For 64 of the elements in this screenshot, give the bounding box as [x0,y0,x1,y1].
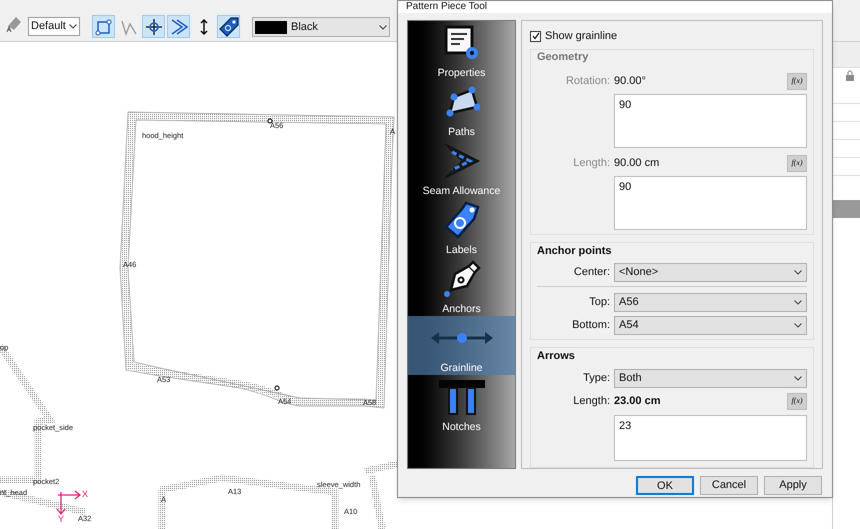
caret-icon [794,323,802,328]
y-axis-arrow [56,491,66,516]
caret-icon [379,24,387,30]
axis-label: X [82,490,88,499]
polygon-icon [444,85,480,120]
tag-icon [444,201,480,240]
group-title: Geometry [537,50,590,65]
sidebar-item[interactable]: Anchors [408,257,515,316]
line-type-select[interactable]: Default [28,17,80,36]
sidebar-item[interactable]: Grainline [408,316,515,375]
field-label: Top: [588,295,610,310]
field-value: 23.00 cm [614,394,662,409]
caret-icon [69,24,77,29]
checkbox[interactable] [530,30,541,42]
dialog-button[interactable]: Cancel [700,476,758,495]
dialog-button[interactable]: OK [636,476,694,495]
sidebar-item[interactable]: Properties [408,21,515,80]
formula-input[interactable]: 90 [614,94,807,148]
sidebar-item[interactable]: Seam Allowance [408,139,515,198]
chevrons-icon [170,18,188,36]
axis-label: Y [58,515,64,524]
field-label: Bottom: [571,318,610,334]
field-label: Length: [572,394,610,409]
checkbox-label: Show grainline [545,28,618,44]
field-value: 90.00° [614,74,647,89]
pen-nib-icon [442,260,480,298]
caret-icon [794,270,802,275]
sidebar-item[interactable]: Notches [408,375,515,434]
point-marker [274,386,280,390]
tag-icon [218,16,238,36]
field-label: Rotation: [564,74,610,89]
tool-button[interactable] [217,15,240,38]
dialog-button[interactable]: Apply [764,476,822,495]
caret-icon [794,300,802,305]
field-value: 90.00 cm [614,156,660,171]
anchor-select[interactable]: A54 [614,316,807,335]
notch-icon [438,379,486,416]
dialog-title: Pattern Piece Tool [406,2,487,12]
formula-input[interactable]: 23 [614,414,807,460]
field-label: Length: [572,156,610,171]
formula-button[interactable]: f(x) [787,392,807,410]
properties-icon [444,25,480,62]
point-marker [268,118,272,124]
lock-icon[interactable] [844,70,856,82]
formula-input[interactable]: 90 [614,176,807,230]
grainline-arrow-icon [430,331,494,346]
sidebar-item[interactable]: Labels [408,198,515,257]
crosshair-icon [144,18,162,36]
field-label: Type: [582,370,610,386]
chevron-icon [442,142,482,180]
layout-icon [94,18,112,36]
x-axis-arrow [57,490,82,500]
formula-button[interactable]: f(x) [787,72,807,90]
field-label: Center: [572,265,610,280]
anchor-select[interactable]: A56 [614,293,807,312]
anchor-select[interactable]: <None> [614,263,807,282]
color-select[interactable]: Black [252,17,390,37]
sidebar-item[interactable]: Paths [408,80,515,139]
formula-button[interactable]: f(x) [787,154,807,172]
group-title: Arrows [537,349,576,364]
caret-icon [794,376,802,380]
group-title: Anchor points [537,244,613,258]
arrow-type-select[interactable]: Both [614,368,807,388]
selected-row [833,200,860,218]
